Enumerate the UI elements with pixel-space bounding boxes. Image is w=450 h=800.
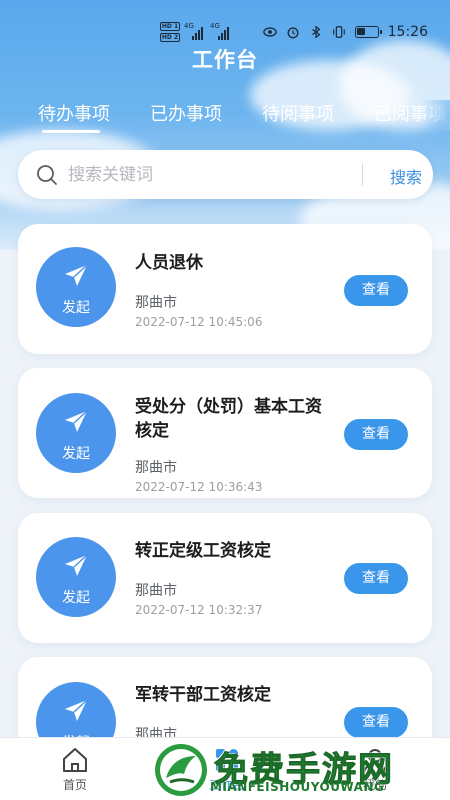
- task-city: 那曲市: [135, 295, 177, 311]
- task-card[interactable]: 发起 人员退休 那曲市 2022-07-12 10:45:06 查看: [18, 224, 432, 354]
- task-time: 2022-07-12 10:36:43: [135, 480, 263, 494]
- tab-to-read[interactable]: 待阅事项: [262, 100, 334, 126]
- task-title: 军转干部工资核定: [135, 685, 271, 705]
- search-input[interactable]: [68, 162, 338, 188]
- search-divider: [362, 163, 363, 186]
- bluetooth-icon: [311, 25, 321, 39]
- eye-icon: [262, 27, 277, 37]
- tab-bar: 待办事项 已办事项 待阅事项 已阅事项: [0, 100, 450, 136]
- grid-icon: [216, 749, 238, 771]
- battery-icon: [354, 26, 382, 38]
- home-icon: [63, 748, 87, 772]
- bottom-nav: 首页 工作台 我的: [0, 737, 450, 800]
- view-button[interactable]: 查看: [344, 419, 408, 450]
- page-title: 工作台: [192, 48, 258, 72]
- alarm-icon: [287, 27, 299, 39]
- view-button[interactable]: 查看: [344, 563, 408, 594]
- nav-mine[interactable]: 我的: [340, 746, 410, 793]
- search-bar: 搜索: [18, 150, 433, 199]
- signal-icon: 4G: [210, 22, 232, 40]
- send-icon: [65, 410, 88, 432]
- task-title: 人员退休: [135, 253, 203, 273]
- nav-workbench[interactable]: 工作台: [192, 746, 262, 793]
- task-avatar: 发起: [36, 537, 116, 617]
- nav-home[interactable]: 首页: [40, 746, 110, 793]
- search-icon: [37, 165, 57, 185]
- view-button[interactable]: 查看: [344, 275, 408, 306]
- send-icon: [65, 554, 88, 576]
- view-button[interactable]: 查看: [344, 707, 408, 738]
- task-time: 2022-07-12 10:45:06: [135, 315, 263, 329]
- send-icon: [65, 699, 88, 721]
- task-time: 2022-07-12 10:32:37: [135, 603, 263, 617]
- tab-active-indicator: [42, 130, 100, 133]
- task-city: 那曲市: [135, 460, 177, 476]
- send-icon: [65, 264, 88, 286]
- task-avatar: 发起: [36, 247, 116, 327]
- hd-badge-icon: HD 1 HD 2: [160, 22, 180, 42]
- signal-icon: 4G: [184, 22, 206, 40]
- task-avatar: 发起: [36, 393, 116, 473]
- status-time: 15:26: [387, 24, 428, 40]
- vibrate-icon: [332, 26, 345, 38]
- tab-fade: [422, 100, 450, 130]
- task-card[interactable]: 发起 受处分（处罚）基本工资核定 那曲市 2022-07-12 10:36:43…: [18, 368, 432, 498]
- task-title: 受处分（处罚）基本工资核定: [135, 397, 322, 441]
- task-title: 转正定级工资核定: [135, 541, 271, 561]
- tab-done[interactable]: 已办事项: [150, 100, 222, 126]
- task-city: 那曲市: [135, 583, 177, 599]
- search-button[interactable]: 搜索: [390, 164, 422, 188]
- tab-todo[interactable]: 待办事项: [38, 100, 110, 126]
- user-icon: [363, 749, 387, 773]
- task-card[interactable]: 发起 转正定级工资核定 那曲市 2022-07-12 10:32:37 查看: [18, 513, 432, 643]
